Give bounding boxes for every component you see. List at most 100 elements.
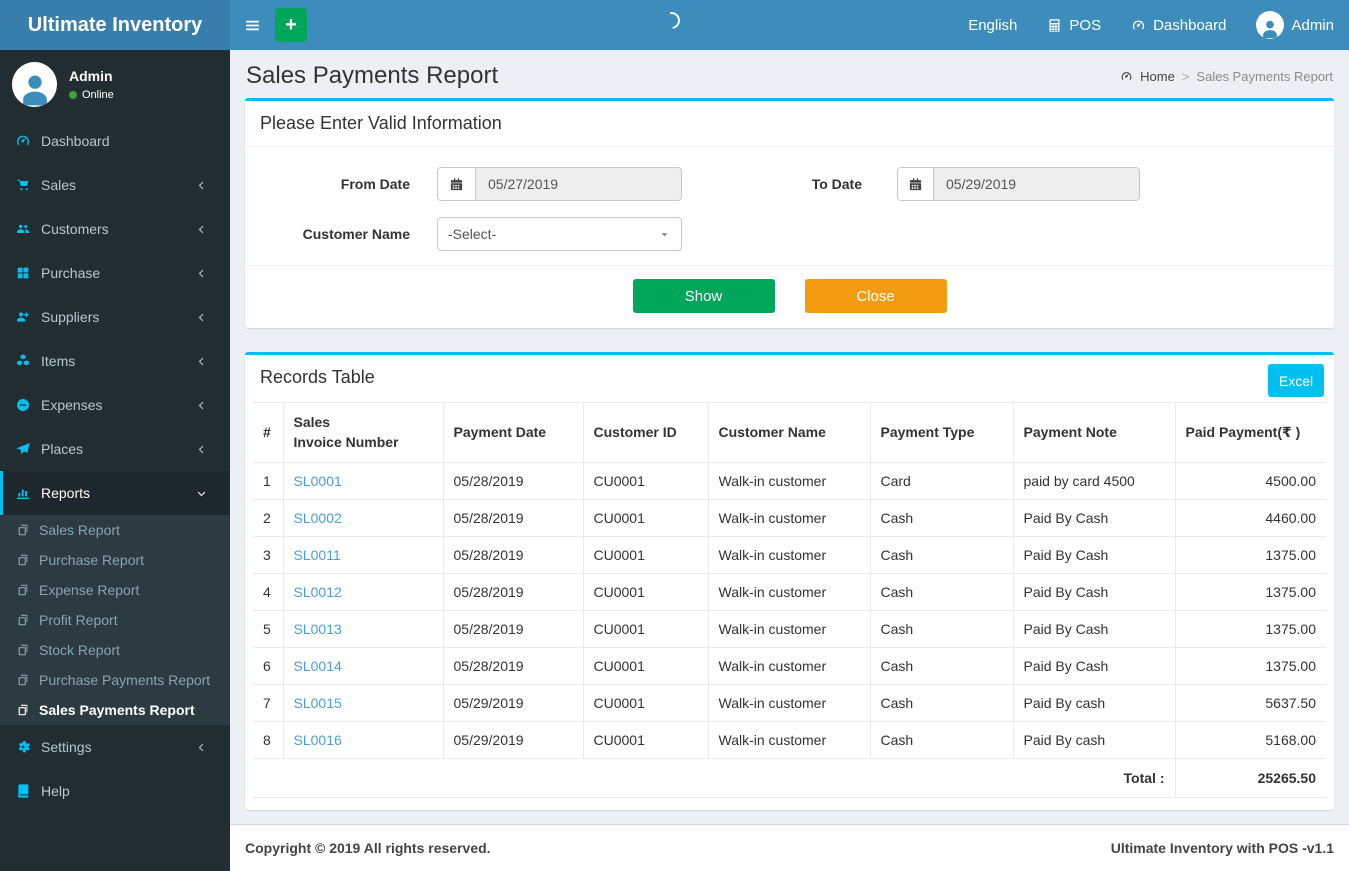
quick-add-button[interactable]: +	[275, 8, 307, 42]
dashboard-menu[interactable]: Dashboard	[1116, 0, 1241, 50]
filter-actions: Show Close	[245, 265, 1334, 328]
customer-name-label: Customer Name	[302, 226, 410, 242]
cell: CU0001	[582, 684, 708, 722]
calendar-icon[interactable]	[898, 168, 934, 200]
sidebar-subitem-profit-report[interactable]: Profit Report	[0, 605, 230, 635]
invoice-link[interactable]: SL0014	[294, 658, 342, 674]
column-header-sales-invoice-number[interactable]: Sales Invoice Number	[282, 402, 443, 463]
sidebar-user-name: Admin	[69, 68, 113, 84]
invoice-link[interactable]: SL0015	[294, 695, 342, 711]
invoice-link[interactable]: SL0001	[294, 473, 342, 489]
cell: Paid By Cash	[1012, 647, 1175, 685]
footer-copyright: Copyright © 2019 All rights reserved.	[245, 840, 491, 856]
sidebar-item-items[interactable]: Items	[0, 339, 230, 383]
sidebar-subitem-sales-payments-report[interactable]: Sales Payments Report	[0, 695, 230, 725]
column-header-payment-note[interactable]: Payment Note	[1012, 402, 1175, 463]
cell: Walk-in customer	[707, 536, 870, 574]
excel-export-button[interactable]: Excel	[1268, 364, 1324, 397]
invoice-link[interactable]: SL0016	[294, 732, 342, 748]
column-header-[interactable]: #	[253, 403, 283, 463]
home-icon	[1120, 70, 1133, 83]
sidebar-item-expenses[interactable]: Expenses	[0, 383, 230, 427]
to-date-input[interactable]	[934, 168, 1139, 200]
calculator-icon	[1047, 18, 1062, 33]
total-value: 25265.50	[1174, 758, 1326, 798]
loading-spinner-icon	[659, 8, 684, 33]
page-title: Sales Payments Report	[246, 62, 499, 89]
sidebar-item-suppliers[interactable]: Suppliers	[0, 295, 230, 339]
sidebar-item-purchase[interactable]: Purchase	[0, 251, 230, 295]
sidebar-subitem-sales-report[interactable]: Sales Report	[0, 515, 230, 545]
cell: Card	[869, 462, 1013, 500]
chevron-left-icon	[195, 443, 208, 456]
sidebar-subitem-stock-report[interactable]: Stock Report	[0, 635, 230, 665]
language-menu[interactable]: English	[953, 0, 1032, 50]
cell: Walk-in customer	[707, 610, 870, 648]
sidebar-item-places[interactable]: Places	[0, 427, 230, 471]
column-header-payment-date[interactable]: Payment Date	[442, 402, 583, 463]
pos-menu[interactable]: POS	[1032, 0, 1116, 50]
users-icon	[15, 221, 31, 237]
from-date-input[interactable]	[476, 168, 681, 200]
invoice-link[interactable]: SL0011	[294, 547, 341, 563]
invoice-link[interactable]: SL0013	[294, 621, 342, 637]
sidebar-user-status[interactable]: Online	[69, 89, 114, 101]
sidebar-subitem-purchase-payments-report[interactable]: Purchase Payments Report	[0, 665, 230, 695]
cell-invoice: SL0016	[282, 721, 443, 759]
sidebar-subitem-purchase-report[interactable]: Purchase Report	[0, 545, 230, 575]
chevron-left-icon	[195, 267, 208, 280]
cell: Paid By Cash	[1012, 536, 1175, 574]
chevron-down-icon	[195, 487, 208, 500]
records-table: # Sales Invoice Number Payment Date Custome…	[253, 402, 1326, 798]
cell: 05/28/2019	[442, 647, 583, 685]
table-row: 3 SL0011 05/28/2019 CU0001 Walk-in customer C…	[253, 536, 1326, 574]
table-row: 7 SL0015 05/29/2019 CU0001 Walk-in customer C…	[253, 684, 1326, 722]
app-brand[interactable]: Ultimate Inventory	[0, 0, 230, 50]
sidebar-subitem-label: Expense Report	[39, 582, 140, 598]
column-header-customer-name[interactable]: Customer Name	[707, 402, 870, 463]
cell: Cash	[869, 684, 1013, 722]
invoice-link[interactable]: SL0012	[294, 584, 342, 600]
cell: Paid By Cash	[1012, 573, 1175, 611]
user-menu-label: Admin	[1291, 16, 1334, 34]
cell: 4	[263, 583, 271, 600]
column-header-paid-payment[interactable]: Paid Payment(₹ )	[1174, 402, 1326, 463]
sidebar-item-settings[interactable]: Settings	[0, 725, 230, 769]
sidebar-item-reports[interactable]: Reports	[0, 471, 230, 515]
breadcrumb-home[interactable]: Home	[1140, 69, 1175, 84]
to-date-label: To Date	[811, 176, 862, 192]
column-header-customer-id[interactable]: Customer ID	[582, 402, 708, 463]
cell: CU0001	[582, 536, 708, 574]
sidebar-item-label: Reports	[41, 485, 91, 501]
hamburger-menu-icon[interactable]	[243, 16, 262, 35]
cell: Paid By cash	[1012, 721, 1175, 759]
cell: CU0001	[582, 573, 708, 611]
sidebar-item-help[interactable]: Help	[0, 769, 230, 813]
reports-submenu: Sales Report Purchase Report Expense Repor…	[0, 515, 230, 725]
cell-invoice: SL0011	[282, 536, 443, 574]
sidebar-subitem-expense-report[interactable]: Expense Report	[0, 575, 230, 605]
sidebar-item-label: Items	[41, 353, 76, 369]
sidebar-item-customers[interactable]: Customers	[0, 207, 230, 251]
sidebar-item-sales[interactable]: Sales	[0, 163, 230, 207]
cell: 6	[263, 657, 271, 674]
invoice-link[interactable]: SL0002	[294, 510, 342, 526]
sidebar-item-label: Suppliers	[41, 309, 100, 325]
column-header-payment-type[interactable]: Payment Type	[869, 402, 1013, 463]
paper-plane-icon	[15, 441, 31, 457]
cell: 05/29/2019	[442, 684, 583, 722]
sidebar-menu: Dashboard Sales Customers Purchase Suppliers…	[0, 119, 230, 813]
sidebar-item-dashboard[interactable]: Dashboard	[0, 119, 230, 163]
calendar-icon[interactable]	[438, 168, 476, 200]
show-button[interactable]: Show	[632, 279, 775, 313]
close-button[interactable]: Close	[804, 279, 947, 313]
cell: CU0001	[582, 610, 708, 648]
records-panel: Records Table Excel # Sales Invoice Numbe…	[245, 352, 1334, 810]
bar-chart-icon	[15, 485, 31, 501]
cell: Cash	[869, 721, 1013, 759]
sidebar-item-label: Customers	[41, 221, 109, 237]
customer-select[interactable]: -Select-	[437, 217, 682, 251]
dashboard-label: Dashboard	[1153, 16, 1227, 34]
sidebar-item-label: Help	[41, 783, 70, 799]
user-menu[interactable]: Admin	[1241, 0, 1349, 50]
